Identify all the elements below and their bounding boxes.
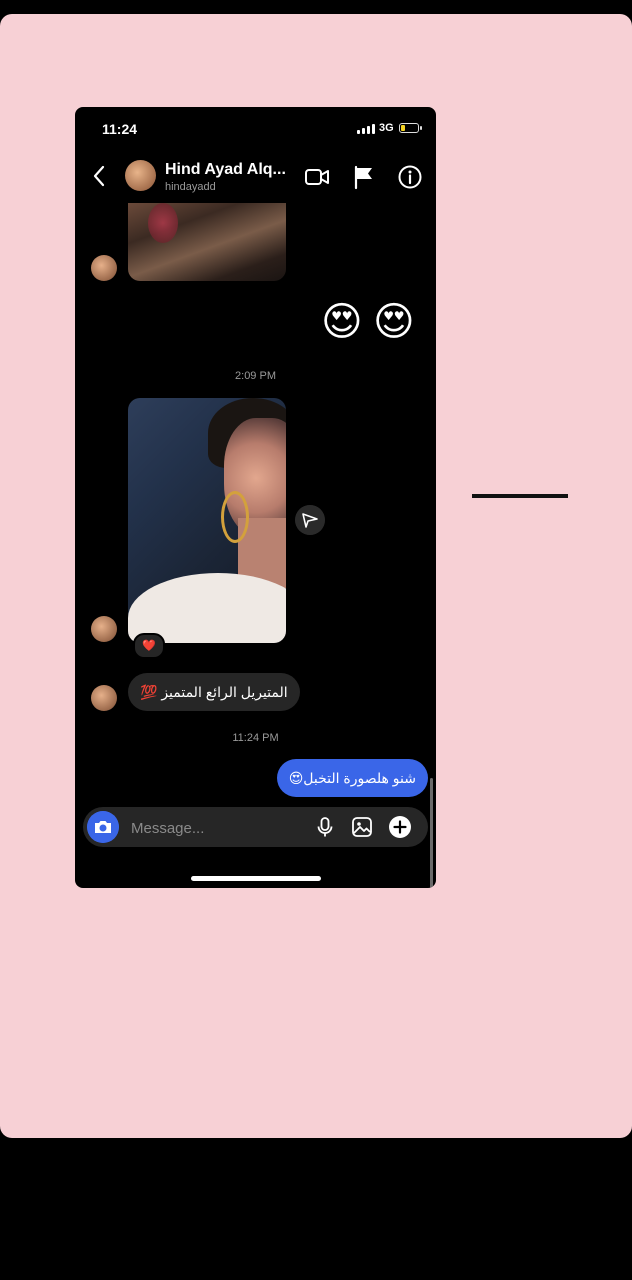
- shared-photo-partial[interactable]: [128, 203, 286, 281]
- add-icon[interactable]: [388, 815, 412, 839]
- phone-screenshot: 11:24 3G Hind Ayad Alq... hindayadd 😍 😍 …: [75, 107, 436, 888]
- sender-avatar[interactable]: [91, 685, 117, 711]
- contact-username[interactable]: hindayadd: [165, 181, 216, 193]
- chat-header: Hind Ayad Alq... hindayadd: [75, 149, 436, 203]
- network-type: 3G: [379, 122, 394, 134]
- message-input[interactable]: [129, 807, 303, 849]
- microphone-icon[interactable]: [313, 815, 337, 839]
- status-time: 11:24: [102, 121, 138, 137]
- message-composer: [83, 807, 428, 849]
- status-bar: 11:24 3G: [75, 107, 436, 149]
- decorative-line: [472, 494, 568, 498]
- outgoing-message[interactable]: شنو هلصورة التخبل😍: [276, 759, 428, 797]
- camera-icon[interactable]: [87, 811, 119, 843]
- back-icon[interactable]: [89, 163, 109, 189]
- heart-reaction[interactable]: ❤️: [133, 633, 165, 659]
- scrollbar[interactable]: [430, 778, 433, 888]
- sender-avatar[interactable]: [91, 255, 117, 281]
- timestamp: 2:09 PM: [235, 370, 276, 382]
- contact-avatar[interactable]: [125, 160, 156, 191]
- shared-photo[interactable]: [128, 398, 286, 643]
- flag-icon[interactable]: [351, 164, 377, 190]
- emoji-message[interactable]: 😍: [321, 298, 363, 346]
- info-icon[interactable]: [397, 164, 423, 190]
- home-indicator[interactable]: [191, 876, 321, 881]
- video-call-icon[interactable]: [304, 164, 330, 190]
- battery-icon: [399, 123, 422, 133]
- signal-icon: [357, 123, 375, 134]
- incoming-message[interactable]: المتيريل الرائع المتميز 💯: [128, 673, 300, 711]
- contact-name[interactable]: Hind Ayad Alq...: [165, 161, 286, 179]
- sender-avatar[interactable]: [91, 616, 117, 642]
- earring: [221, 491, 249, 543]
- gallery-icon[interactable]: [350, 815, 374, 839]
- emoji-message[interactable]: 😍: [373, 298, 415, 346]
- share-icon[interactable]: [295, 505, 325, 535]
- timestamp: 11:24 PM: [232, 732, 279, 744]
- message-thread[interactable]: 😍 😍 2:09 PM ❤️ المتيريل الرائع المتميز 💯…: [75, 203, 436, 888]
